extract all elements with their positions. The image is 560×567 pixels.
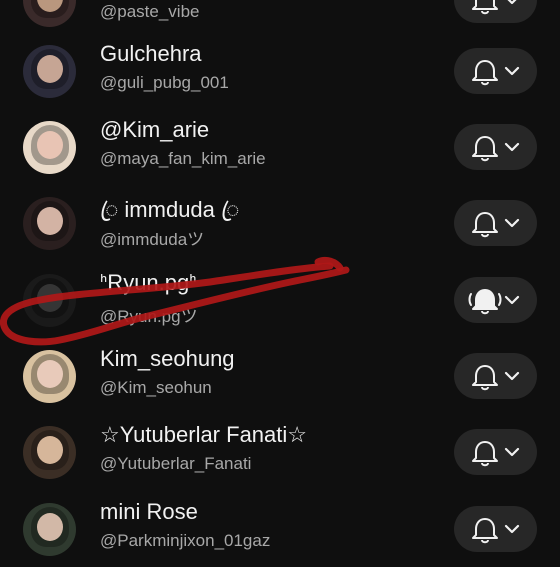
- chevron-down-icon: [504, 295, 520, 305]
- avatar[interactable]: [23, 426, 76, 479]
- notification-bell-button[interactable]: [454, 0, 537, 23]
- channel-handle: @Ryun.pgツ: [100, 307, 198, 326]
- channel-handle: @Yutuberlar_Fanati: [100, 454, 252, 473]
- notification-bell-button[interactable]: [454, 277, 537, 323]
- avatar[interactable]: [23, 503, 76, 556]
- channel-handle: @immdudaツ: [100, 230, 205, 249]
- subscription-row[interactable]: ☆Yutuberlar Fanati☆ @Yutuberlar_Fanati: [0, 414, 560, 490]
- subscription-row[interactable]: Kim_seohung @Kim_seohun: [0, 338, 560, 414]
- subscription-row[interactable]: @Kim_arie @maya_fan_kim_arie: [0, 109, 560, 185]
- chevron-down-icon: [504, 371, 520, 381]
- subscription-row[interactable]: ꦿ immduda ꦿ @immdudaツ: [0, 185, 560, 261]
- avatar[interactable]: [23, 45, 76, 98]
- channel-handle: @maya_fan_kim_arie: [100, 149, 266, 168]
- channel-name[interactable]: mini Rose: [100, 499, 198, 525]
- bell-icon: [472, 518, 520, 544]
- channel-name[interactable]: ᑋRyun.pgᑋ: [100, 270, 197, 296]
- channel-handle: @paste_vibe: [100, 2, 200, 21]
- bell-ringing-icon: [468, 289, 520, 315]
- subscription-row[interactable]: mini Rose @Parkminjixon_01gaz: [0, 491, 560, 567]
- notification-bell-button[interactable]: [454, 200, 537, 246]
- bell-icon: [472, 0, 517, 15]
- chevron-down-icon: [504, 524, 520, 534]
- subscription-list: @paste_vibe Gulchehra @guli_pubg_001 @Kim_a…: [0, 0, 560, 560]
- notification-bell-button[interactable]: [454, 506, 537, 552]
- avatar[interactable]: [23, 350, 76, 403]
- notification-bell-button[interactable]: [454, 124, 537, 170]
- subscription-row[interactable]: Gulchehra @guli_pubg_001: [0, 33, 560, 109]
- channel-handle: @Parkminjixon_01gaz: [100, 531, 271, 550]
- channel-name[interactable]: Kim_seohung: [100, 346, 235, 372]
- bell-icon: [472, 441, 520, 467]
- bell-icon: [472, 212, 520, 238]
- notification-bell-button[interactable]: [454, 48, 537, 94]
- channel-handle: @guli_pubg_001: [100, 73, 229, 92]
- notification-bell-button[interactable]: [454, 353, 537, 399]
- channel-name[interactable]: Gulchehra: [100, 41, 202, 67]
- bell-icon: [472, 365, 520, 391]
- channel-name[interactable]: ☆Yutuberlar Fanati☆: [100, 422, 307, 448]
- channel-name[interactable]: @Kim_arie: [100, 117, 209, 143]
- bell-icon: [472, 60, 520, 86]
- avatar[interactable]: [23, 197, 76, 250]
- avatar[interactable]: [23, 274, 76, 327]
- avatar[interactable]: [23, 121, 76, 174]
- avatar[interactable]: [23, 0, 76, 27]
- chevron-down-icon: [507, 0, 517, 5]
- chevron-down-icon: [504, 66, 520, 76]
- bell-icon: [472, 136, 520, 162]
- chevron-down-icon: [504, 218, 520, 228]
- chevron-down-icon: [504, 447, 520, 457]
- chevron-down-icon: [504, 142, 520, 152]
- channel-handle: @Kim_seohun: [100, 378, 212, 397]
- notification-bell-button[interactable]: [454, 429, 537, 475]
- subscription-row[interactable]: ᑋRyun.pgᑋ @Ryun.pgツ: [0, 262, 560, 338]
